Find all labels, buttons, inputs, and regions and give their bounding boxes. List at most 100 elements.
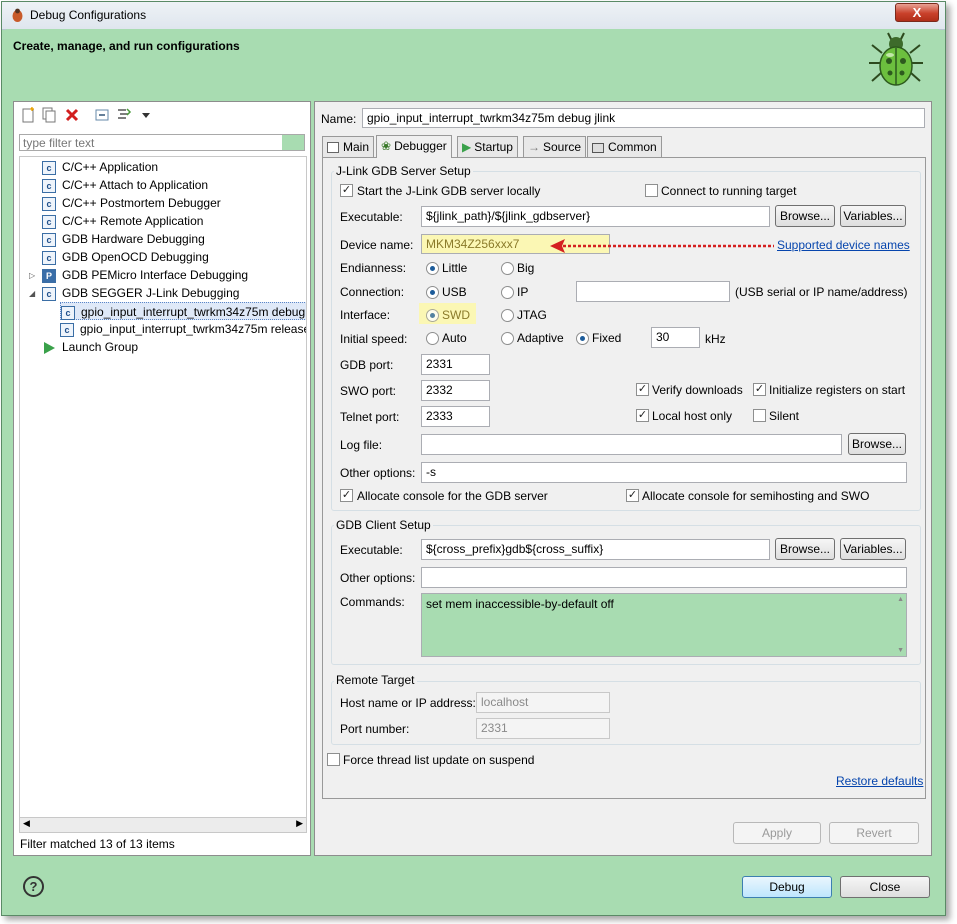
- launch-group-icon: [44, 341, 55, 354]
- usb-label: USB: [442, 285, 467, 299]
- client-executable-field[interactable]: ${cross_prefix}gdb${cross_suffix}: [421, 539, 770, 560]
- filter-icon[interactable]: [116, 107, 132, 123]
- tree-item-launch-group[interactable]: Launch Group: [42, 338, 138, 356]
- tree-item-label: GDB OpenOCD Debugging: [62, 250, 209, 264]
- new-configuration-icon[interactable]: [20, 107, 36, 123]
- help-icon[interactable]: ?: [23, 876, 44, 897]
- commands-textarea[interactable]: set mem inaccessible-by-default off ▲ ▼: [421, 593, 907, 657]
- server-executable-field[interactable]: ${jlink_path}/${jlink_gdbserver}: [421, 206, 770, 227]
- remote-target-title: Remote Target: [334, 673, 417, 687]
- big-endian-radio[interactable]: [501, 262, 514, 275]
- client-browse-button[interactable]: Browse...: [775, 538, 835, 560]
- tree-item-gdb-pemicro[interactable]: P GDB PEMicro Interface Debugging: [42, 266, 248, 284]
- apply-button[interactable]: Apply: [733, 822, 821, 844]
- connect-running-label: Connect to running target: [661, 184, 797, 198]
- tree-item-debug-jlink[interactable]: c gpio_input_interrupt_twrkm34z75m debug …: [60, 302, 306, 320]
- debug-button[interactable]: Debug: [742, 876, 832, 898]
- local-host-only-checkbox[interactable]: ✓: [636, 409, 649, 422]
- tree-item-cpp-remote[interactable]: c C/C++ Remote Application: [42, 212, 203, 230]
- host-name-field[interactable]: localhost: [476, 692, 610, 713]
- auto-speed-radio[interactable]: [426, 332, 439, 345]
- scroll-down-icon[interactable]: ▼: [897, 647, 904, 654]
- tree-item-label: C/C++ Application: [62, 160, 159, 174]
- collapse-all-icon[interactable]: [94, 107, 110, 123]
- tree-item-cpp-application[interactable]: c C/C++ Application: [42, 158, 158, 176]
- server-variables-button[interactable]: Variables...: [840, 205, 906, 227]
- gdb-port-field[interactable]: 2331: [421, 354, 490, 375]
- jtag-radio[interactable]: [501, 309, 514, 322]
- supported-device-names-link[interactable]: Supported device names: [777, 238, 910, 252]
- server-other-options-label: Other options:: [340, 466, 416, 480]
- khz-label: kHz: [705, 332, 726, 346]
- tab-source[interactable]: → Source: [523, 136, 587, 158]
- alloc-semihosting-checkbox[interactable]: ✓: [626, 489, 639, 502]
- c-file-icon: c: [60, 322, 74, 337]
- scroll-up-icon[interactable]: ▲: [897, 596, 904, 603]
- duplicate-icon[interactable]: [41, 107, 57, 123]
- tab-debugger[interactable]: ❀ Debugger: [376, 135, 452, 158]
- start-server-checkbox[interactable]: ✓: [340, 184, 353, 197]
- alloc-gdb-console-checkbox[interactable]: ✓: [340, 489, 353, 502]
- configuration-name-field[interactable]: gpio_input_interrupt_twrkm34z75m debug j…: [362, 108, 925, 128]
- verify-downloads-checkbox[interactable]: ✓: [636, 383, 649, 396]
- fixed-speed-radio[interactable]: [576, 332, 589, 345]
- swo-port-label: SWO port:: [340, 384, 397, 398]
- init-registers-checkbox[interactable]: ✓: [753, 383, 766, 396]
- usb-radio[interactable]: [426, 286, 439, 299]
- tab-startup[interactable]: ▶ Startup: [457, 136, 518, 158]
- client-setup-title: GDB Client Setup: [334, 518, 433, 532]
- scroll-right-icon[interactable]: ▶: [296, 818, 303, 829]
- tree-item-gdb-openocd[interactable]: c GDB OpenOCD Debugging: [42, 248, 209, 266]
- telnet-port-field[interactable]: 2333: [421, 406, 490, 427]
- port-number-field[interactable]: 2331: [476, 718, 610, 739]
- force-thread-checkbox[interactable]: [327, 753, 340, 766]
- gdb-port-label: GDB port:: [340, 358, 394, 372]
- init-registers-label: Initialize registers on start: [769, 383, 906, 397]
- restore-defaults-link[interactable]: Restore defaults: [836, 774, 923, 788]
- log-file-field[interactable]: [421, 434, 842, 455]
- tree-item-gdb-segger[interactable]: c GDB SEGGER J-Link Debugging: [42, 284, 239, 302]
- client-other-options-field[interactable]: [421, 567, 907, 588]
- revert-button[interactable]: Revert: [829, 822, 919, 844]
- tree-item-label: C/C++ Remote Application: [62, 214, 204, 228]
- client-variables-button[interactable]: Variables...: [840, 538, 906, 560]
- connection-address-field[interactable]: [576, 281, 730, 302]
- collapse-arrow-icon[interactable]: ◢: [29, 289, 35, 298]
- c-file-icon: c: [61, 305, 75, 320]
- tab-label: Source: [543, 140, 582, 154]
- scroll-left-icon[interactable]: ◀: [23, 818, 30, 829]
- clear-filter-button[interactable]: [282, 135, 304, 150]
- filter-input[interactable]: type filter text: [19, 134, 305, 151]
- swd-radio[interactable]: [426, 309, 439, 322]
- speed-value-field[interactable]: 30: [651, 327, 700, 348]
- tree-horizontal-scrollbar[interactable]: ◀ ▶: [19, 817, 307, 833]
- server-setup-title: J-Link GDB Server Setup: [334, 164, 473, 178]
- swo-port-field[interactable]: 2332: [421, 380, 490, 401]
- tab-common[interactable]: Common: [587, 136, 662, 158]
- tree-item-release-jlink[interactable]: c gpio_input_interrupt_twrkm34z75m releas…: [60, 320, 306, 338]
- tree-item-label: C/C++ Postmortem Debugger: [62, 196, 221, 210]
- adaptive-speed-radio[interactable]: [501, 332, 514, 345]
- delete-icon[interactable]: [64, 107, 80, 123]
- connect-running-checkbox[interactable]: [645, 184, 658, 197]
- fixed-speed-label: Fixed: [592, 331, 622, 345]
- ip-radio[interactable]: [501, 286, 514, 299]
- tree-item-gdb-hardware[interactable]: c GDB Hardware Debugging: [42, 230, 205, 248]
- silent-checkbox[interactable]: [753, 409, 766, 422]
- force-thread-label: Force thread list update on suspend: [343, 753, 535, 767]
- server-browse-button[interactable]: Browse...: [775, 205, 835, 227]
- close-window-button[interactable]: X: [895, 3, 939, 22]
- log-browse-button[interactable]: Browse...: [848, 433, 906, 455]
- close-button[interactable]: Close: [840, 876, 930, 898]
- window-title: Debug Configurations: [30, 8, 147, 22]
- tree-item-cpp-postmortem[interactable]: c C/C++ Postmortem Debugger: [42, 194, 221, 212]
- tab-label: Main: [343, 140, 370, 154]
- view-menu-dropdown-icon[interactable]: [138, 107, 154, 123]
- dialog-header: Create, manage, and run configurations: [6, 29, 939, 93]
- server-other-options-field[interactable]: -s: [421, 462, 907, 483]
- tree-item-cpp-attach[interactable]: c C/C++ Attach to Application: [42, 176, 208, 194]
- tree-item-label: C/C++ Attach to Application: [62, 178, 209, 192]
- expand-arrow-icon[interactable]: ▷: [29, 271, 35, 280]
- tab-main[interactable]: Main: [322, 136, 375, 158]
- little-endian-radio[interactable]: [426, 262, 439, 275]
